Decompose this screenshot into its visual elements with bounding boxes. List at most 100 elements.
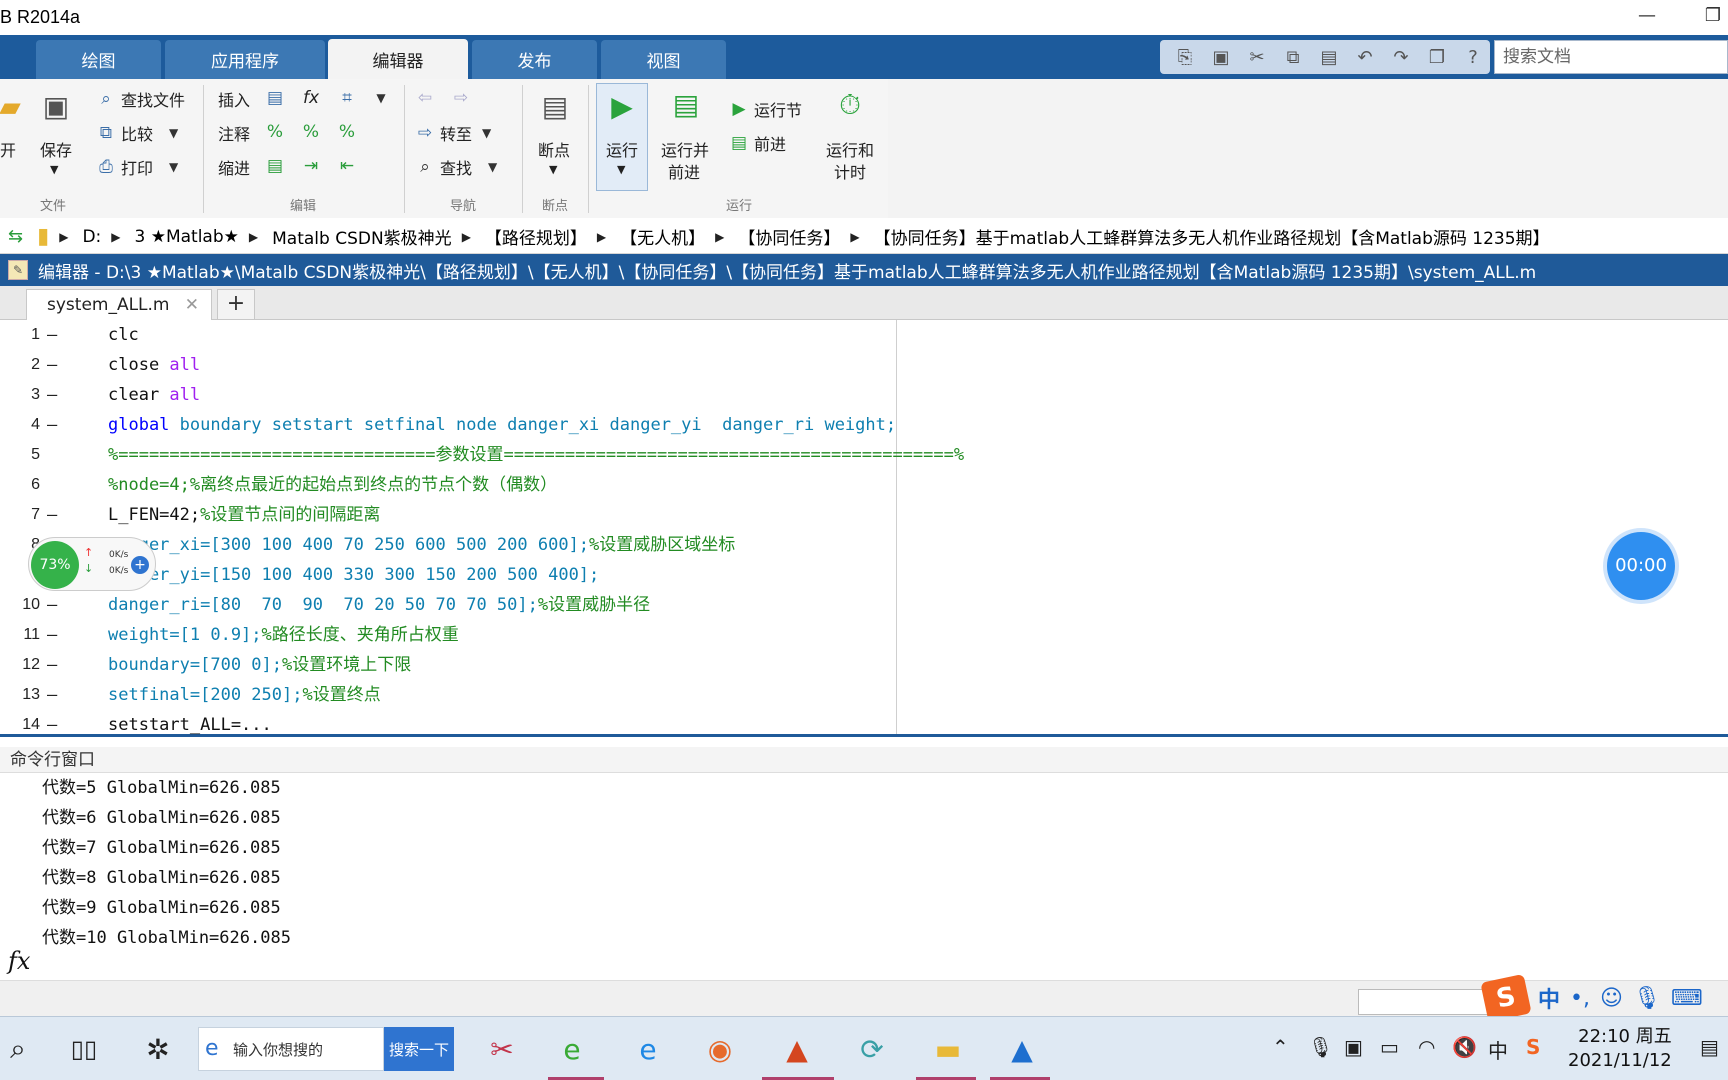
refresh-app-icon[interactable]: ⟳ xyxy=(848,1025,896,1073)
fx-prompt-icon[interactable]: fx xyxy=(8,947,30,975)
wifi-icon[interactable]: ◠ xyxy=(1418,1035,1435,1059)
open-folder-icon[interactable]: ▰ xyxy=(0,87,30,127)
breadcrumb-item[interactable]: Matalb CSDN紫极神光 xyxy=(272,224,452,249)
print-button[interactable]: ⎙ 打印 ▼ xyxy=(95,155,178,179)
smart-indent-icon[interactable]: ▤ xyxy=(264,155,286,177)
emoji-icon[interactable]: ☺ xyxy=(1600,986,1623,1011)
code-line[interactable]: 2 — close all xyxy=(0,350,1728,380)
code-line[interactable]: 5 %===============================参数设置===… xyxy=(0,440,1728,470)
sogou-tray-icon[interactable]: S xyxy=(1526,1035,1540,1059)
code-line[interactable]: 8—danger_xi=[300 100 400 70 250 600 500 … xyxy=(0,530,1728,560)
code-line[interactable]: 10 — danger_ri=[80 70 90 70 20 50 70 70 50… xyxy=(0,590,1728,620)
save-icon[interactable]: ▣ xyxy=(1208,45,1234,69)
punctuation-icon[interactable]: •, xyxy=(1570,986,1590,1011)
new-icon[interactable]: ⎘ xyxy=(1172,45,1198,69)
microphone-icon[interactable]: 🎙 xyxy=(1633,986,1661,1011)
display-icon[interactable]: ▣ xyxy=(1344,1035,1363,1059)
find-files-button[interactable]: ⌕ 查找文件 xyxy=(95,87,185,111)
uncomment-icon[interactable]: % xyxy=(300,121,322,143)
breakpoint-marker[interactable]: — xyxy=(47,350,57,380)
breakpoint-marker[interactable]: — xyxy=(47,500,57,530)
address-bar[interactable]: ⇆ ▮ ▶ D: ▶ 3 ★Matlab★ ▶ Matalb CSDN紫极神光 … xyxy=(0,220,1728,254)
tab-view[interactable]: 视图 xyxy=(601,40,726,79)
tab-publish[interactable]: 发布 xyxy=(472,40,597,79)
advance-button[interactable]: ▤ 前进 xyxy=(728,131,786,155)
insert-button[interactable]: 插入 xyxy=(218,87,250,111)
breakpoint-marker[interactable]: — xyxy=(47,650,57,680)
copy-icon[interactable]: ⧉ xyxy=(1280,45,1306,69)
breakpoint-marker[interactable]: — xyxy=(47,710,57,740)
outdent-icon[interactable]: ⇤ xyxy=(336,155,358,177)
function-icon[interactable]: fx xyxy=(300,87,322,109)
matlab-icon[interactable]: ▲ xyxy=(770,1025,824,1073)
sogou-logo[interactable]: S xyxy=(1480,973,1532,1023)
wrap-comment-icon[interactable]: % xyxy=(336,121,358,143)
code-line[interactable]: 12 — boundary=[700 0];%设置环境上下限 xyxy=(0,650,1728,680)
insert-function-icon[interactable]: ⌗ xyxy=(336,87,358,109)
keyboard-icon[interactable]: ⌨ xyxy=(1671,986,1703,1011)
color-wheel-app-icon[interactable]: ◉ xyxy=(696,1025,744,1073)
indent-button[interactable]: 缩进 xyxy=(218,155,250,179)
chevron-down-icon[interactable]: ▼ xyxy=(549,163,557,176)
breadcrumb-item[interactable]: 【协同任务】 xyxy=(738,224,840,249)
taskbar-search-button[interactable]: 搜索一下 xyxy=(384,1027,454,1071)
breakpoint-marker[interactable]: — xyxy=(47,680,57,710)
notification-icon[interactable]: ▤ xyxy=(1700,1035,1719,1059)
run-and-time-label-2[interactable]: 计时 xyxy=(834,159,866,183)
breadcrumb-item[interactable]: 【协同任务】基于matlab人工蜂群算法多无人机作业路径规划【含Matlab源码… xyxy=(874,224,1550,249)
restore-button[interactable]: ❐ xyxy=(1698,4,1728,28)
code-line[interactable]: 3 — clear all xyxy=(0,380,1728,410)
search-docs-input[interactable]: 搜索文档 xyxy=(1494,40,1728,74)
code-line[interactable]: 1 — clc xyxy=(0,320,1728,350)
breakpoint-marker[interactable]: — xyxy=(47,590,57,620)
breakpoints-button[interactable]: 断点 xyxy=(538,137,570,161)
save-button[interactable]: 保存 xyxy=(40,137,72,161)
back-icon[interactable]: ⇦ xyxy=(414,87,436,109)
cut-icon[interactable]: ✂ xyxy=(1244,45,1270,69)
code-line[interactable]: 6 %node=4;%离终点最近的起始点到终点的节点个数（偶数） xyxy=(0,470,1728,500)
battery-icon[interactable]: ▭ xyxy=(1380,1035,1399,1059)
close-icon[interactable]: ✕ xyxy=(185,295,199,315)
tab-plots[interactable]: 绘图 xyxy=(36,40,161,79)
code-editor[interactable]: 1 — clc 2 — close all 3 — clear all 4 — global boun… xyxy=(0,320,1728,737)
chevron-down-icon[interactable]: ▼ xyxy=(370,87,392,109)
tray-language[interactable]: 中 xyxy=(1488,1035,1508,1064)
volume-mute-icon[interactable]: 🔇 xyxy=(1452,1035,1477,1059)
recording-timer[interactable]: 00:00 xyxy=(1607,532,1675,600)
microphone-icon[interactable]: 🎙 xyxy=(1308,1035,1333,1059)
code-line[interactable]: 14 — setstart_ALL=... xyxy=(0,710,1728,740)
document-tab[interactable]: system_ALL.m ✕ xyxy=(26,289,212,320)
code-line[interactable]: 4 — global boundary setstart setfinal node… xyxy=(0,410,1728,440)
tab-apps[interactable]: 应用程序 xyxy=(165,40,325,79)
breakpoint-marker[interactable]: — xyxy=(47,380,57,410)
breakpoint-marker[interactable]: — xyxy=(47,320,57,350)
run-button[interactable]: 运行 xyxy=(606,137,638,161)
find-button[interactable]: ⌕ 查找 ▼ xyxy=(414,155,497,179)
breakpoint-marker[interactable]: — xyxy=(47,410,57,440)
pinwheel-app-icon[interactable]: ✲ xyxy=(136,1025,180,1073)
breadcrumb-item[interactable]: 【路径规划】 xyxy=(485,224,587,249)
run-and-time-label-1[interactable]: 运行和 xyxy=(826,137,874,161)
breadcrumb-item[interactable]: 3 ★Matlab★ xyxy=(135,227,239,247)
taskbar-search-input[interactable]: e 输入你想搜的 xyxy=(198,1027,384,1071)
paste-icon[interactable]: ▤ xyxy=(1316,45,1342,69)
add-tab-button[interactable]: + xyxy=(217,289,255,320)
breadcrumb-item[interactable]: D: xyxy=(82,227,101,247)
browse-folder-icon[interactable]: ⇆ xyxy=(8,226,23,247)
ime-toolbar[interactable]: S 中 •, ☺ 🎙 ⌨ xyxy=(1480,973,1703,1023)
ime-language[interactable]: 中 xyxy=(1538,982,1560,1014)
run-and-advance-label-2[interactable]: 前进 xyxy=(668,159,700,183)
chevron-down-icon[interactable]: ▼ xyxy=(50,163,58,176)
compare-button[interactable]: ⧉ 比较 ▼ xyxy=(95,121,178,145)
photos-icon[interactable]: ▲ xyxy=(998,1025,1046,1073)
command-window[interactable]: 代数=5 GlobalMin=626.085 代数=6 GlobalMin=62… xyxy=(0,773,1728,980)
comment-icon[interactable]: % xyxy=(264,121,286,143)
save-icon[interactable]: ▣ xyxy=(36,87,76,127)
browser-e-icon[interactable]: e xyxy=(548,1025,596,1073)
goto-button[interactable]: ⇨ 转至 ▼ xyxy=(414,121,491,145)
chevron-down-icon[interactable]: ▼ xyxy=(617,163,625,176)
code-line[interactable]: 13 — setfinal=[200 250];%设置终点 xyxy=(0,680,1728,710)
insert-section-icon[interactable]: ▤ xyxy=(264,87,286,109)
code-line[interactable]: 9—danger_yi=[150 100 400 330 300 150 200… xyxy=(0,560,1728,590)
network-speed-widget[interactable]: 73% 0K/s 0K/s ↑ ↓ + xyxy=(28,537,156,591)
